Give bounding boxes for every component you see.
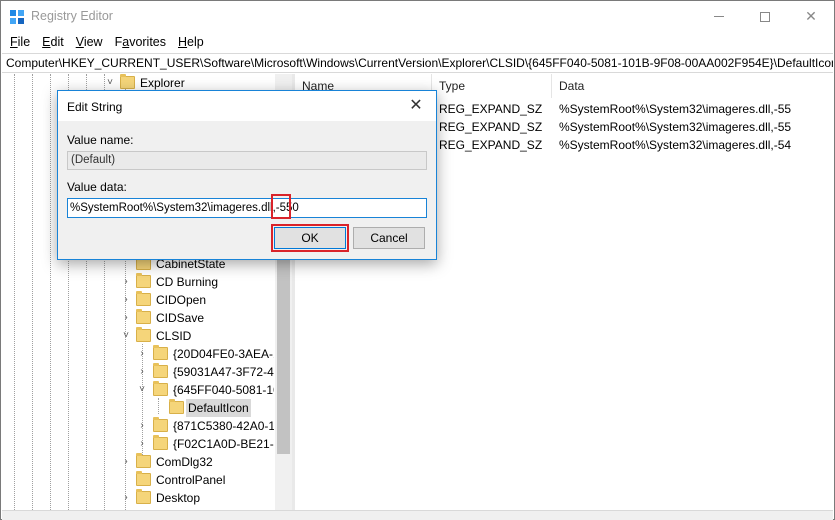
folder-icon [136,471,151,486]
registry-editor-window: Registry Editor ✕ File Edit View Favorit… [0,0,835,520]
folder-icon [136,273,151,288]
maximize-button[interactable] [742,1,788,32]
registry-editor-app-icon [10,10,24,24]
dialog-title: Edit String [67,100,123,114]
folder-icon [153,345,168,360]
menu-file[interactable]: File [4,35,36,49]
dialog-close-icon[interactable]: ✕ [404,95,428,117]
folder-icon [153,435,168,450]
edit-string-dialog: Edit String ✕ Value name: (Default) Valu… [57,90,437,260]
column-separator[interactable] [551,74,552,98]
maximize-icon [760,11,770,22]
window-title: Registry Editor [31,9,113,23]
folder-icon [153,417,168,432]
folder-icon [153,381,168,396]
dialog-title-bar: Edit String ✕ [58,91,436,121]
chevron-right-icon[interactable]: › [120,291,132,309]
chevron-right-icon[interactable]: › [136,435,148,453]
chevron-right-icon[interactable]: › [136,345,148,363]
tree-scrollbar-thumb[interactable] [277,254,290,454]
chevron-right-icon[interactable]: › [120,273,132,291]
chevron-right-icon[interactable]: › [136,417,148,435]
column-header-type[interactable]: Type [439,79,465,93]
chevron-down-icon[interactable]: ˅ [136,381,148,399]
title-bar: Registry Editor ✕ [1,1,834,32]
folder-icon [136,327,151,342]
value-name-label: Value name: [67,133,134,147]
folder-icon [120,74,135,89]
chevron-down-icon[interactable]: ˅ [120,327,132,345]
menu-help[interactable]: Help [172,35,210,49]
menu-edit[interactable]: Edit [36,35,70,49]
menu-view[interactable]: View [70,35,109,49]
chevron-right-icon[interactable]: › [136,363,148,381]
menu-bar: File Edit View Favorites Help [1,32,834,52]
close-button[interactable]: ✕ [788,1,834,32]
value-data-input[interactable]: %SystemRoot%\System32\imageres.dll,-550 [67,198,427,218]
folder-icon [136,309,151,324]
cancel-button[interactable]: Cancel [353,227,425,249]
folder-icon [153,363,168,378]
chevron-right-icon[interactable]: › [120,309,132,327]
address-bar[interactable]: Computer\HKEY_CURRENT_USER\Software\Micr… [2,53,833,73]
value-data-label: Value data: [67,180,127,194]
status-bar [2,510,833,520]
minimize-button[interactable] [696,1,742,32]
folder-icon [136,291,151,306]
value-data-suffix: 0 [292,202,299,214]
minimize-icon [714,16,724,17]
value-name-field: (Default) [67,151,427,170]
chevron-right-icon[interactable]: › [120,489,132,507]
ok-button[interactable]: OK [274,227,346,249]
menu-favorites[interactable]: Favorites [109,35,172,49]
chevron-right-icon[interactable]: › [120,453,132,471]
folder-icon [136,489,151,504]
column-header-data[interactable]: Data [559,79,584,93]
folder-icon [169,399,184,414]
close-icon: ✕ [805,8,817,24]
folder-icon [136,453,151,468]
